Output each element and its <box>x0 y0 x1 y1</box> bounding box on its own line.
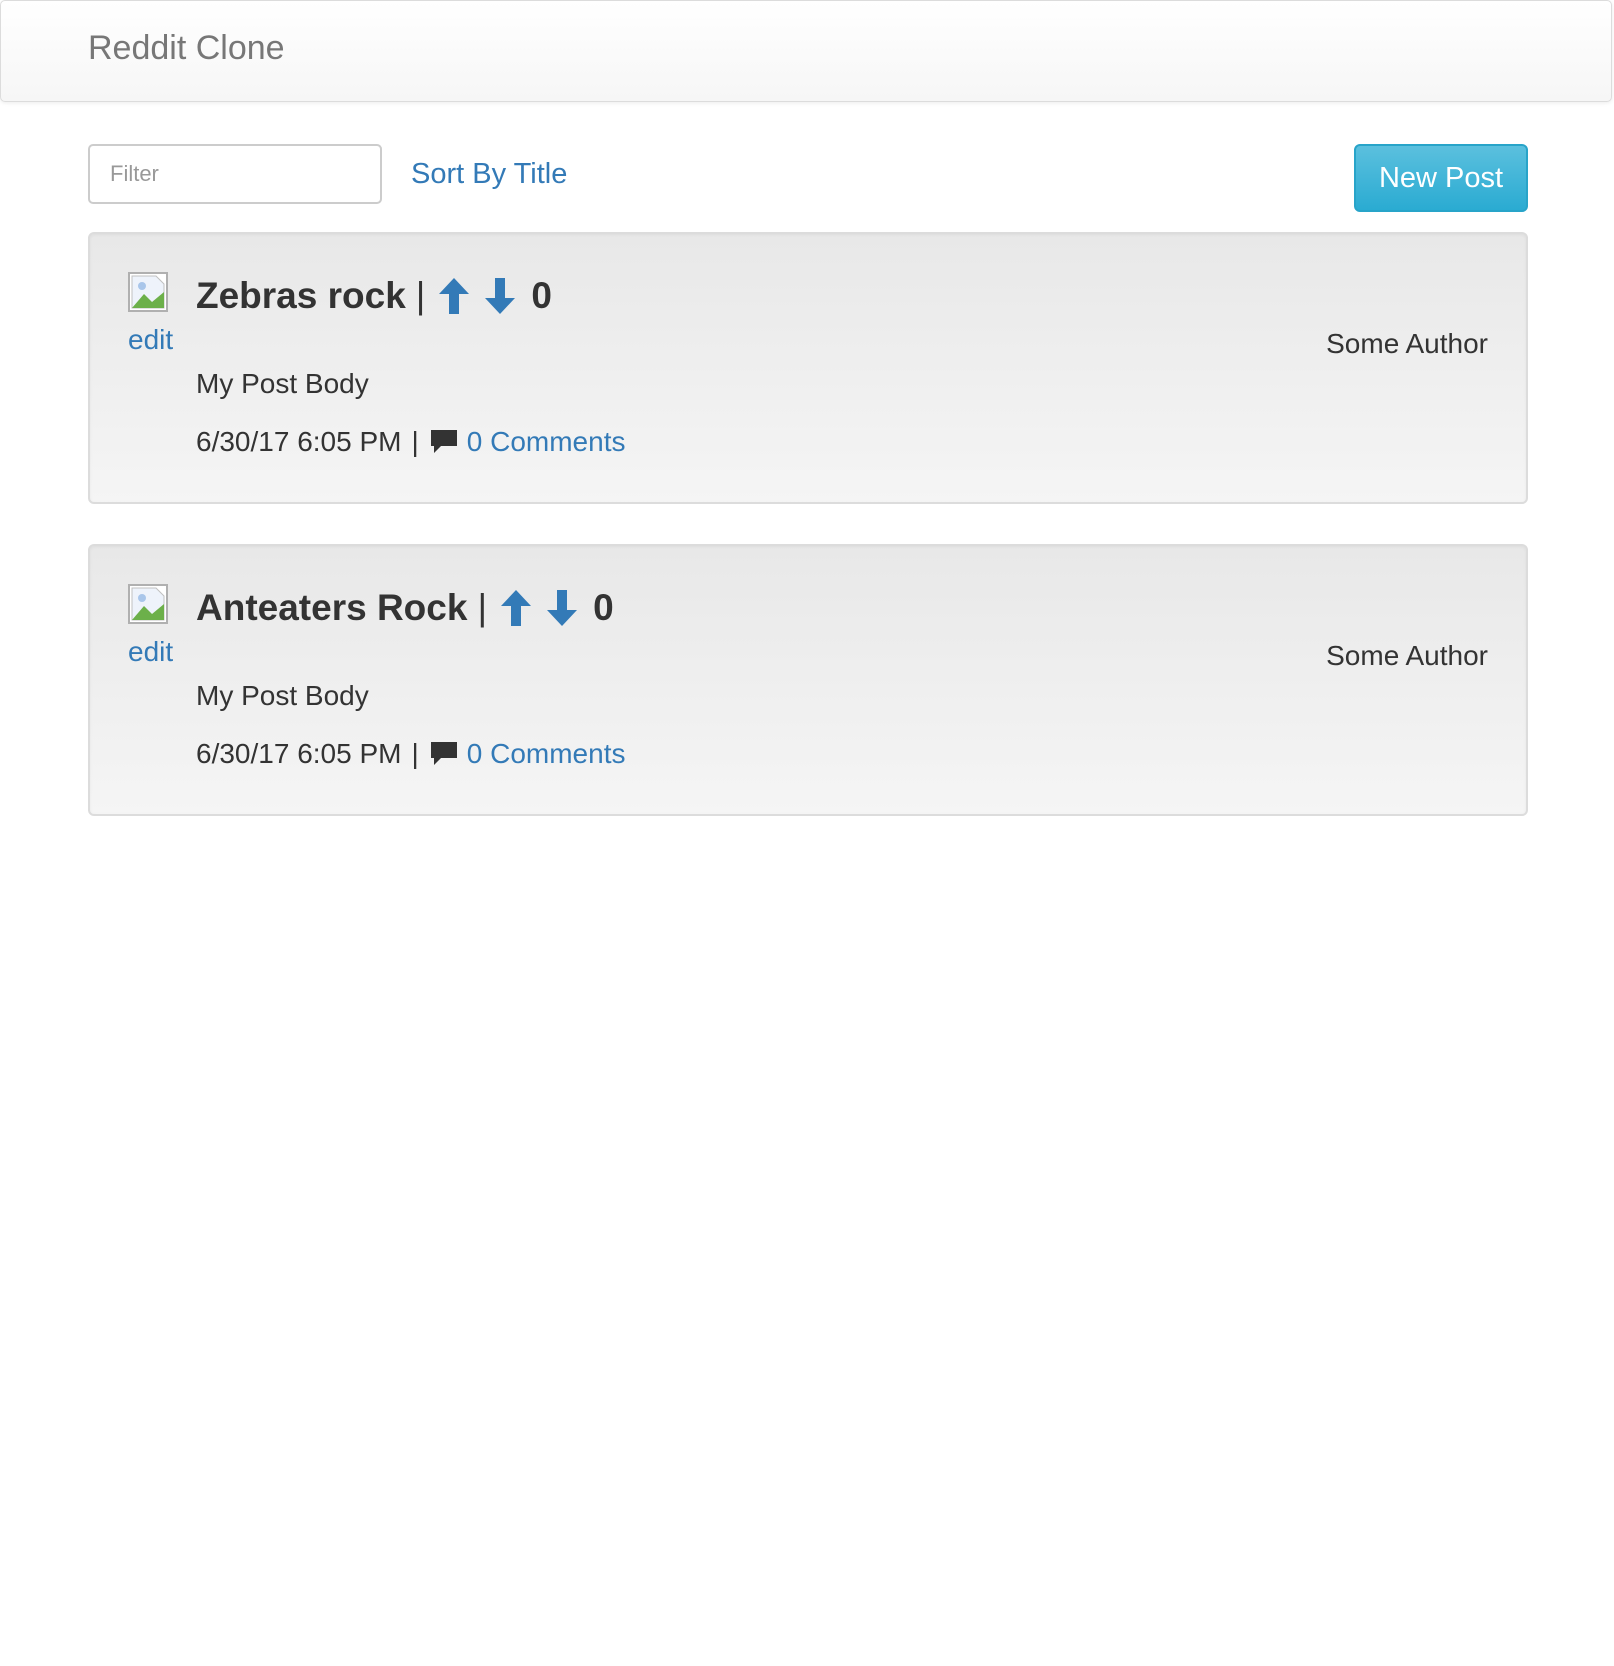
title-separator: | <box>477 587 488 628</box>
broken-image-icon <box>128 584 168 624</box>
vote-score: 0 <box>593 587 614 628</box>
edit-link[interactable]: edit <box>128 638 173 666</box>
speech-bubble-icon <box>430 742 457 765</box>
arrow-down-icon[interactable] <box>545 588 579 628</box>
post-timestamp: 6/30/17 6:05 PM <box>196 426 402 457</box>
arrow-up-icon[interactable] <box>499 588 533 628</box>
comments-link[interactable]: 0 Comments <box>467 428 626 456</box>
post-body: My Post Body <box>196 368 369 399</box>
post-body: My Post Body <box>196 680 369 711</box>
post-card: edit Zebras rock | 0 Some Author My Post… <box>88 232 1528 504</box>
post-title: Zebras rock <box>196 275 406 316</box>
arrow-down-icon[interactable] <box>483 276 517 316</box>
post-title-row: Zebras rock | 0 <box>196 274 552 318</box>
speech-bubble-icon <box>430 430 457 453</box>
post-author: Some Author <box>1326 640 1488 671</box>
post-meta: 6/30/17 6:05 PM | 0 Comments <box>196 428 625 456</box>
edit-link[interactable]: edit <box>128 326 173 354</box>
filter-input[interactable] <box>88 144 382 204</box>
meta-separator: | <box>411 738 419 769</box>
meta-separator: | <box>411 426 419 457</box>
navbar: Reddit Clone <box>0 0 1612 102</box>
post-meta: 6/30/17 6:05 PM | 0 Comments <box>196 740 625 768</box>
vote-score: 0 <box>531 275 552 316</box>
post-author: Some Author <box>1326 328 1488 359</box>
brand-title[interactable]: Reddit Clone <box>88 31 285 65</box>
post-title-row: Anteaters Rock | 0 <box>196 586 614 630</box>
post-card: edit Anteaters Rock | 0 Some Author My P… <box>88 544 1528 816</box>
arrow-up-icon[interactable] <box>437 276 471 316</box>
sort-by-title-link[interactable]: Sort By Title <box>411 160 567 189</box>
post-title: Anteaters Rock <box>196 587 468 628</box>
title-separator: | <box>415 275 426 316</box>
post-timestamp: 6/30/17 6:05 PM <box>196 738 402 769</box>
new-post-button[interactable]: New Post <box>1354 144 1528 212</box>
comments-link[interactable]: 0 Comments <box>467 740 626 768</box>
broken-image-icon <box>128 272 168 312</box>
